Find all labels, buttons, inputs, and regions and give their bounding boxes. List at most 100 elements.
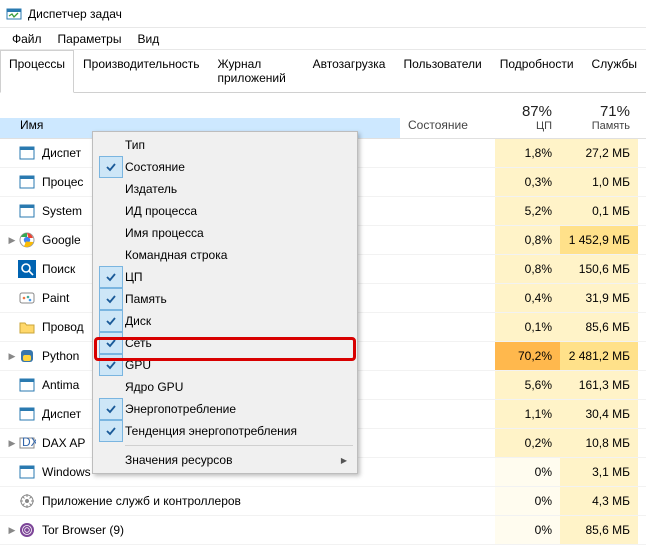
menu-item[interactable]: Командная строка <box>95 244 355 266</box>
check-icon <box>99 200 123 222</box>
menu-item[interactable]: Тип <box>95 134 355 156</box>
menu-item-label: Тип <box>125 138 145 152</box>
process-name: Python <box>42 349 79 363</box>
cpu-cell: 0,8% <box>495 226 560 254</box>
menu-view[interactable]: Вид <box>129 30 167 48</box>
mem-cell: 3,1 МБ <box>560 458 638 486</box>
menu-file[interactable]: Файл <box>4 30 50 48</box>
process-icon <box>18 463 36 481</box>
process-name: Paint <box>42 291 69 305</box>
menu-item-label: Имя процесса <box>125 226 204 240</box>
menu-item[interactable]: Имя процесса <box>95 222 355 244</box>
process-name: System <box>42 204 82 218</box>
column-context-menu: Тип Состояние Издатель ИД процесса Имя проце… <box>92 131 358 474</box>
chevron-right-icon[interactable]: ▶ <box>6 351 18 362</box>
menu-options[interactable]: Параметры <box>50 30 130 48</box>
process-icon: DX <box>18 434 36 452</box>
process-name: Windows <box>42 465 91 479</box>
menu-item[interactable]: Диск <box>95 310 355 332</box>
mem-cell: 2 481,2 МБ <box>560 342 638 370</box>
menu-item[interactable]: ЦП <box>95 266 355 288</box>
mem-cell: 1,0 МБ <box>560 168 638 196</box>
menu-item[interactable]: Ядро GPU <box>95 376 355 398</box>
menu-item-label: ЦП <box>125 270 143 284</box>
mem-cell: 85,6 МБ <box>560 516 638 544</box>
check-icon <box>99 156 123 178</box>
cpu-cell: 0% <box>495 516 560 544</box>
mem-cell: 1 452,9 МБ <box>560 226 638 254</box>
table-row[interactable]: Приложение служб и контроллеров 0%4,3 МБ <box>0 487 646 516</box>
mem-cell: 31,9 МБ <box>560 284 638 312</box>
menu-item[interactable]: Сеть <box>95 332 355 354</box>
process-icon <box>18 521 36 539</box>
process-icon <box>18 144 36 162</box>
cpu-cell: 5,6% <box>495 371 560 399</box>
cpu-cell: 70,2% <box>495 342 560 370</box>
menu-item-label: Командная строка <box>125 248 227 262</box>
col-state-header[interactable]: Состояние <box>400 118 495 138</box>
menu-item[interactable]: Издатель <box>95 178 355 200</box>
check-icon <box>99 222 123 244</box>
check-icon <box>99 332 123 354</box>
menu-item-label: Ядро GPU <box>125 380 183 394</box>
process-icon <box>18 405 36 423</box>
menu-item[interactable]: ИД процесса <box>95 200 355 222</box>
menu-item[interactable]: Энергопотребление <box>95 398 355 420</box>
check-icon <box>99 420 123 442</box>
menu-item[interactable]: Тенденция энергопотребления <box>95 420 355 442</box>
tab-1[interactable]: Производительность <box>74 50 208 92</box>
menu-item[interactable]: Состояние <box>95 156 355 178</box>
check-icon <box>99 449 123 471</box>
col-cpu-header[interactable]: 87% ЦП <box>495 99 560 138</box>
table-row[interactable]: ▶Tor Browser (9)0%85,6 МБ <box>0 516 646 545</box>
menu-item-label: Состояние <box>125 160 185 174</box>
svg-text:DX: DX <box>22 435 36 449</box>
mem-cell: 150,6 МБ <box>560 255 638 283</box>
cpu-cell: 0,8% <box>495 255 560 283</box>
check-icon <box>99 288 123 310</box>
tab-0[interactable]: Процессы <box>0 50 74 93</box>
chevron-right-icon[interactable]: ▶ <box>6 235 18 246</box>
window-title: Диспетчер задач <box>28 7 122 21</box>
check-icon <box>99 398 123 420</box>
chevron-right-icon[interactable]: ▶ <box>6 438 18 449</box>
check-icon <box>99 310 123 332</box>
menu-item[interactable]: GPU <box>95 354 355 376</box>
cpu-cell: 5,2% <box>495 197 560 225</box>
menu-item-label: Диск <box>125 314 151 328</box>
tab-4[interactable]: Пользователи <box>394 50 490 92</box>
process-name: Приложение служб и контроллеров <box>42 494 241 508</box>
process-icon <box>18 492 36 510</box>
cpu-cell: 0,3% <box>495 168 560 196</box>
check-icon <box>99 354 123 376</box>
process-icon <box>18 260 36 278</box>
process-icon <box>18 202 36 220</box>
menu-item-label: Память <box>125 292 167 306</box>
menu-item[interactable]: Значения ресурсов <box>95 449 355 471</box>
menu-item-label: Тенденция энергопотребления <box>125 424 297 438</box>
tab-2[interactable]: Журнал приложений <box>209 50 304 92</box>
process-icon <box>18 347 36 365</box>
menu-item-label: ИД процесса <box>125 204 197 218</box>
menu-item-label: Сеть <box>125 336 152 350</box>
mem-cell: 0,1 МБ <box>560 197 638 225</box>
cpu-cell: 1,8% <box>495 139 560 167</box>
check-icon <box>99 134 123 156</box>
cpu-cell: 0,2% <box>495 429 560 457</box>
mem-cell: 4,3 МБ <box>560 487 638 515</box>
tab-6[interactable]: Службы <box>583 50 646 92</box>
cpu-cell: 0% <box>495 487 560 515</box>
check-icon <box>99 266 123 288</box>
menu-item-label: GPU <box>125 358 151 372</box>
menu-item-label: Значения ресурсов <box>125 453 232 467</box>
tab-5[interactable]: Подробности <box>491 50 583 92</box>
menubar: Файл Параметры Вид <box>0 28 646 50</box>
menu-item[interactable]: Память <box>95 288 355 310</box>
process-name: DAX AP <box>42 436 85 450</box>
mem-cell: 10,8 МБ <box>560 429 638 457</box>
tab-3[interactable]: Автозагрузка <box>304 50 395 92</box>
tabs: ПроцессыПроизводительностьЖурнал приложе… <box>0 50 646 93</box>
chevron-right-icon[interactable]: ▶ <box>6 525 18 536</box>
process-name: Провод <box>42 320 84 334</box>
col-mem-header[interactable]: 71% Память <box>560 99 638 138</box>
